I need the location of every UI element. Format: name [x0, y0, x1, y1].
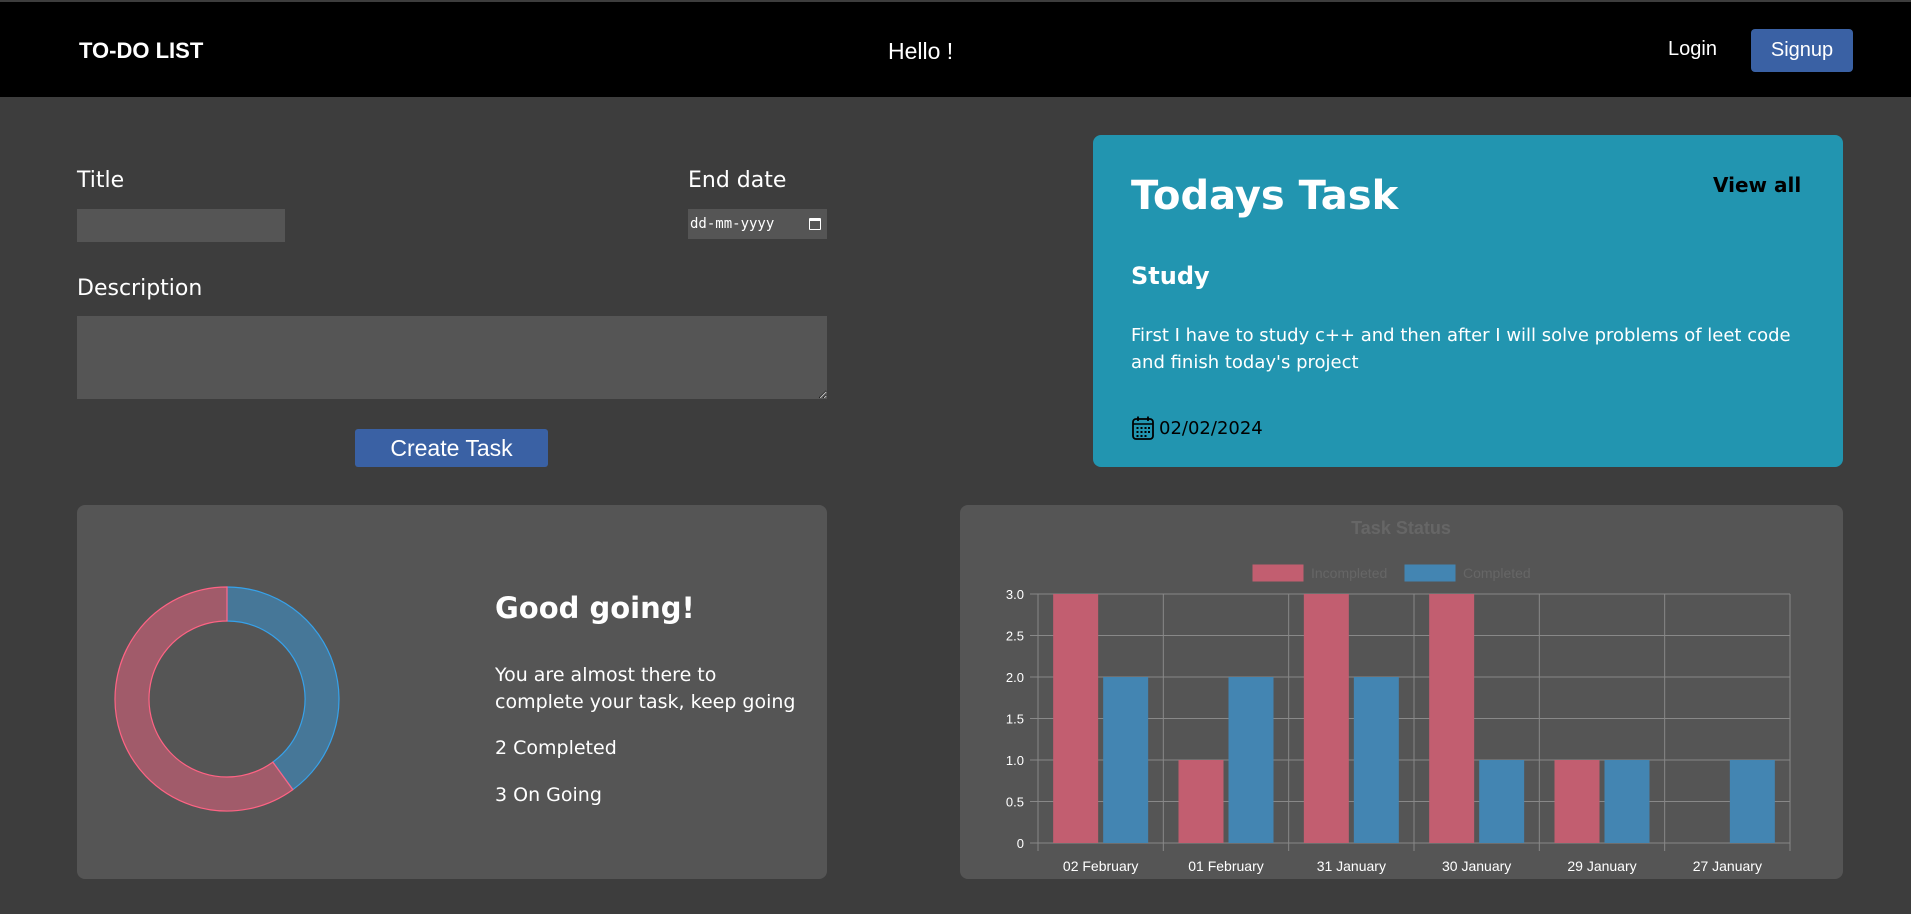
view-all-link[interactable]: View all: [1713, 173, 1801, 197]
create-task-button[interactable]: Create Task: [355, 429, 548, 467]
bar-incompleted[interactable]: [1053, 594, 1099, 843]
bar-completed[interactable]: [1228, 677, 1274, 843]
title-input[interactable]: [77, 209, 285, 242]
bar-incompleted[interactable]: [1429, 594, 1475, 843]
y-tick-label: 1.0: [1006, 753, 1024, 768]
completed-count: 2 Completed: [495, 737, 617, 759]
calendar-picker-icon[interactable]: [809, 218, 821, 230]
bar-completed[interactable]: [1479, 760, 1525, 843]
task-description: First I have to study c++ and then after…: [1131, 325, 1791, 373]
ongoing-count: 3 On Going: [495, 784, 602, 806]
end-date-input[interactable]: dd-mm-yyyy: [688, 209, 827, 239]
task-date-row: 02/02/2024: [1131, 415, 1263, 441]
greeting-text: Hello !: [888, 38, 954, 64]
x-tick-label: 30 January: [1442, 858, 1511, 874]
title-label: Title: [77, 168, 125, 193]
chart-title: Task Status: [1351, 518, 1451, 538]
calendar-icon: [1132, 416, 1154, 440]
x-tick-label: 02 February: [1063, 858, 1138, 874]
x-tick-label: 29 January: [1567, 858, 1636, 874]
progress-card: Good going! You are almost there to comp…: [77, 505, 827, 879]
signup-button[interactable]: Signup: [1751, 29, 1853, 72]
progress-message: You are almost there to complete your ta…: [495, 664, 796, 713]
legend-label-incompleted[interactable]: Incompleted: [1311, 565, 1387, 581]
y-tick-label: 1.5: [1006, 712, 1024, 727]
bar-completed[interactable]: [1729, 760, 1775, 843]
bar-incompleted[interactable]: [1303, 594, 1349, 843]
y-tick-label: 2.5: [1006, 629, 1024, 644]
legend-swatch-completed[interactable]: [1404, 564, 1456, 582]
progress-heading: Good going!: [495, 591, 695, 625]
bar-completed[interactable]: [1103, 677, 1149, 843]
task-title: Study: [1131, 262, 1210, 290]
end-date-placeholder: dd-mm-yyyy: [690, 216, 775, 232]
bar-incompleted[interactable]: [1178, 760, 1224, 843]
bar-completed[interactable]: [1353, 677, 1399, 843]
login-link[interactable]: Login: [1668, 38, 1717, 61]
x-tick-label: 31 January: [1317, 858, 1386, 874]
navbar: TO-DO LIST Hello ! Login Signup: [0, 2, 1911, 97]
task-status-bar-chart: Task Status Incompleted Completed 0 0.5 1.0 1.…: [1006, 518, 1791, 874]
y-tick-label: 0.5: [1006, 795, 1024, 810]
task-date: 02/02/2024: [1159, 417, 1263, 439]
y-tick-label: 0: [1017, 836, 1024, 851]
legend-label-completed[interactable]: Completed: [1463, 565, 1531, 581]
description-input[interactable]: [77, 316, 827, 399]
brand-logo[interactable]: TO-DO LIST: [79, 38, 203, 64]
bar-incompleted[interactable]: [1554, 760, 1600, 843]
y-tick-label: 2.0: [1006, 670, 1024, 685]
bar-completed[interactable]: [1604, 760, 1650, 843]
todays-task-card: Todays Task View all Study First I have …: [1093, 135, 1843, 467]
donut-slice-completed: [226, 586, 340, 791]
task-status-chart-card: Task Status Incompleted Completed 0 0.5 1.0 1.…: [960, 505, 1843, 879]
x-tick-label: 01 February: [1188, 858, 1263, 874]
x-tick-label: 27 January: [1693, 858, 1762, 874]
description-label: Description: [77, 276, 203, 301]
todays-task-heading: Todays Task: [1131, 173, 1399, 219]
y-tick-label: 3.0: [1006, 587, 1024, 602]
progress-donut-chart: [114, 586, 340, 812]
legend-swatch-incompleted[interactable]: [1252, 564, 1304, 582]
end-date-label: End date: [688, 168, 787, 193]
